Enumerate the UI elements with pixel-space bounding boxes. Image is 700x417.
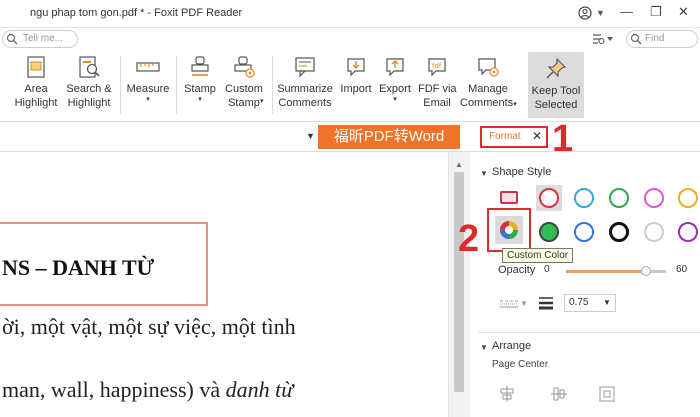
measure-button[interactable]: Measure ▾ (124, 50, 172, 120)
color-swatch-white[interactable] (644, 222, 664, 242)
stamp-button[interactable]: Stamp ▾ (180, 50, 220, 120)
stamp-dropdown-icon: ▾ (198, 96, 202, 103)
custom-color-tooltip: Custom Color (502, 248, 574, 263)
search-row: Tell me... Find (0, 28, 700, 50)
line-width-icon (539, 297, 553, 310)
collapse-caret-icon[interactable]: ▼ (480, 169, 488, 178)
tell-me-placeholder: Tell me... (23, 33, 64, 44)
view-dropdown-icon[interactable]: ▼ (306, 131, 315, 141)
find-input[interactable]: Find (626, 30, 698, 48)
restore-button[interactable]: ❐ (650, 4, 662, 20)
keep-tool-pin-icon (546, 57, 567, 79)
search-highlight-icon (79, 56, 100, 78)
ribbon-separator (272, 56, 273, 114)
line-width-dropdown-icon: ▼ (603, 298, 611, 307)
section-divider (478, 332, 700, 333)
document-text-line: man, wall, happiness) và danh từ (2, 377, 294, 402)
fdf-via-email-button[interactable]: fdf FDF via Email (418, 50, 457, 120)
manage-comments-icon (478, 58, 499, 77)
manage-comments-dropdown-icon: ▾ (513, 101, 517, 108)
search-icon (6, 33, 18, 45)
import-button[interactable]: Import (338, 50, 374, 120)
color-swatch-green-filled[interactable] (539, 222, 559, 242)
export-icon (386, 58, 404, 77)
line-width-select[interactable]: 0.75 ▼ (564, 294, 616, 312)
window-title: ngu phap tom gon.pdf * - Foxit PDF Reade… (30, 7, 243, 19)
center-both-icon[interactable] (598, 385, 616, 403)
color-swatch-red[interactable] (539, 188, 559, 208)
format-tab-label: Format (489, 131, 521, 142)
step-annotation-2: 2 (458, 218, 480, 260)
close-icon[interactable]: ✕ (532, 129, 542, 143)
user-account-icon[interactable] (578, 6, 592, 20)
find-placeholder: Find (645, 33, 665, 44)
custom-stamp-button[interactable]: Custom Stamp ▾ (222, 50, 266, 120)
color-swatch-black[interactable] (609, 222, 629, 242)
dash-style-dropdown-icon[interactable]: ▼ (520, 299, 528, 308)
summarize-comments-icon (295, 57, 315, 78)
document-heading: NS – DANH TỪ (2, 255, 155, 280)
center-vertical-icon[interactable] (550, 385, 568, 403)
custom-stamp-dropdown-icon: ▾ (260, 98, 264, 105)
page-center-label: Page Center (492, 359, 549, 370)
arrange-title: Arrange (492, 340, 532, 352)
shape-style-title: Shape Style (492, 166, 552, 178)
comment-ribbon: Area Highlight Search & Highlight Measur… (0, 50, 700, 122)
rectangle-style-icon[interactable] (500, 191, 518, 204)
document-text-line: ời, một vật, một sự việc, một tình (2, 314, 296, 339)
ribbon-separator (176, 56, 177, 114)
export-button[interactable]: Export ▾ (376, 50, 414, 120)
panel-scrollbar[interactable]: ▲ (448, 152, 470, 417)
opacity-slider-thumb[interactable] (641, 266, 651, 276)
line-width-value: 0.75 (569, 297, 589, 308)
keep-tool-selected-button[interactable]: Keep Tool Selected (528, 52, 584, 118)
color-swatch-green[interactable] (609, 188, 629, 208)
summarize-comments-button[interactable]: Summarize Comments (276, 50, 334, 120)
fdf-email-icon: fdf (428, 58, 446, 77)
custom-color-highlight-box (487, 208, 531, 252)
close-button[interactable]: ✕ (678, 4, 689, 20)
document-toolbar-strip: ▼ 福昕PDF转Word Format ✕ 1 (0, 120, 700, 158)
color-swatch-blue[interactable] (574, 188, 594, 208)
title-bar: ngu phap tom gon.pdf * - Foxit PDF Reade… (0, 0, 700, 28)
stamp-icon (191, 56, 209, 76)
format-panel: ▼ Shape Style 2 Custom Color Opacity 0 6… (458, 152, 700, 417)
opacity-min-label: 0 (544, 264, 550, 275)
manage-comments-button[interactable]: Manage Comments▾ (460, 50, 517, 120)
color-swatch-yellow[interactable] (678, 188, 698, 208)
opacity-max-label: 60 (676, 264, 688, 275)
color-swatch-blue-ring[interactable] (574, 222, 594, 242)
export-dropdown-icon: ▾ (393, 96, 397, 103)
opacity-slider[interactable] (566, 266, 666, 276)
custom-stamp-icon (234, 56, 255, 78)
color-swatch-purple[interactable] (678, 222, 698, 242)
search-highlight-button[interactable]: Search & Highlight (62, 50, 116, 120)
minimize-button[interactable]: — (620, 4, 633, 19)
opacity-slider-fill (566, 270, 646, 273)
arrange-collapse-caret-icon[interactable]: ▼ (480, 343, 488, 352)
find-search-icon (630, 33, 642, 45)
fuxin-pdf-to-word-banner[interactable]: 福昕PDF转Word (318, 125, 460, 149)
format-tab[interactable]: Format ✕ (480, 126, 548, 148)
color-swatch-pink[interactable] (644, 188, 664, 208)
center-horizontal-icon[interactable] (498, 385, 516, 403)
import-icon (347, 58, 365, 77)
document-page[interactable]: NS – DANH TỪ ời, một vật, một sự việc, m… (0, 152, 448, 417)
ribbon-separator (120, 56, 121, 114)
measure-icon (136, 62, 160, 72)
find-options-icon[interactable] (592, 32, 614, 46)
scrollbar-thumb[interactable] (454, 172, 464, 392)
area-highlight-button[interactable]: Area Highlight (12, 50, 60, 120)
scroll-up-icon[interactable]: ▲ (455, 160, 463, 169)
area-highlight-icon (27, 56, 45, 78)
user-menu-caret-icon[interactable]: ▼ (596, 8, 605, 18)
opacity-label: Opacity (498, 264, 536, 276)
svg-text:fdf: fdf (432, 62, 442, 70)
line-dash-style-icon[interactable] (500, 299, 518, 309)
measure-dropdown-icon: ▾ (146, 96, 150, 103)
tell-me-input[interactable]: Tell me... (2, 30, 78, 48)
